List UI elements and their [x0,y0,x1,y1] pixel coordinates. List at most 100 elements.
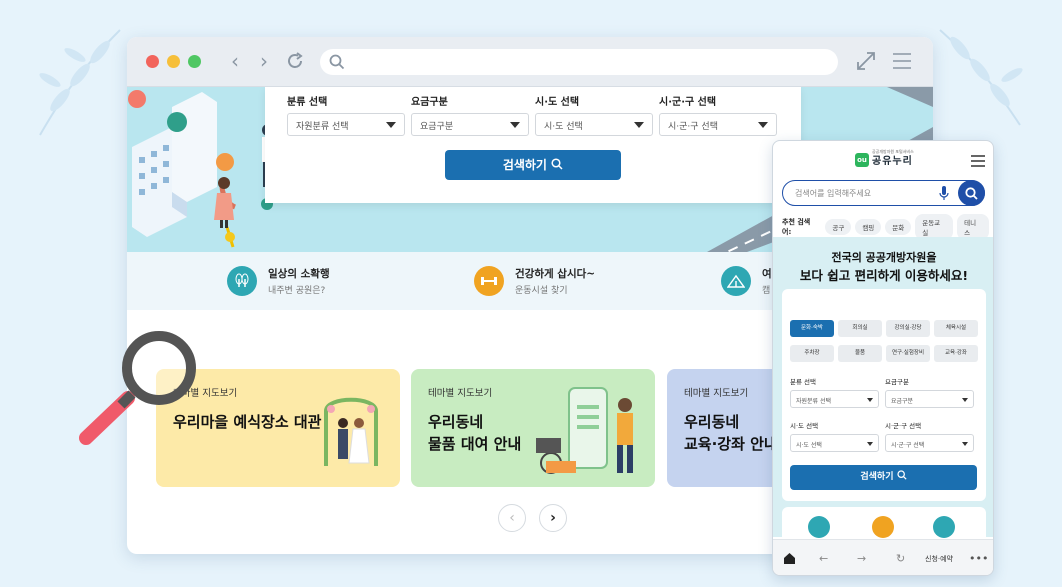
menu-icon[interactable] [971,155,985,167]
minimize-window-button[interactable] [167,55,180,68]
tab-meeting-room[interactable]: 회의실 [838,320,882,337]
close-window-button[interactable] [146,55,159,68]
category-label: 분류 선택 [287,97,328,108]
carousel-prev-button[interactable]: ‹ [498,504,526,532]
card-title: 우리동네 교육·강좌 안내 [684,411,778,455]
rental-items-illustration [536,387,633,474]
mobile-headline-1: 전국의 공공개방자원을 [831,251,937,264]
keyword-chip[interactable]: 공구 [825,219,852,235]
tab-sports-facility[interactable]: 체육시설 [934,320,978,337]
park-icon[interactable] [808,516,830,538]
quick-link-title: 일상의 소확행 [268,268,330,280]
category-select[interactable]: 자원분류 선택 [287,113,405,136]
mobile-search-submit-label: 검색하기 [860,472,894,482]
district-label: 시·군·구 선택 [659,97,717,108]
mobile-district-select[interactable]: 시·군·구 선택 [885,434,974,452]
mobile-district-label: 시·군·구 선택 [885,422,922,430]
tent-icon [721,266,751,296]
reload-icon[interactable] [285,51,305,71]
leaf-decoration-left [39,29,121,136]
microphone-icon[interactable] [939,185,949,201]
quick-link-sports[interactable]: 건강하게 삽시다~ 운동시설 찾기 [474,266,595,296]
search-icon [965,186,978,200]
card-title-line2: 물품 대여 안내 [428,435,522,453]
back-arrow-icon[interactable]: ← [819,552,828,565]
apply-reserve-link[interactable]: 신청·예약 [925,554,953,564]
logo-mark-icon: ou [855,152,869,167]
tab-parking[interactable]: 주차장 [790,345,834,362]
category-field: 분류 선택 자원분류 선택 [287,93,405,136]
card-title-line1: 우리동네 [684,413,740,431]
mobile-province-select[interactable]: 시·도 선택 [790,434,879,452]
quick-link-sub: 캠 [762,286,771,296]
search-icon [897,470,907,480]
tab-lecture-hall[interactable]: 강의실·강당 [886,320,930,337]
fee-select[interactable]: 요금구분 [411,113,529,136]
park-icon [227,266,257,296]
forward-arrow-icon[interactable]: › [260,49,268,73]
tent-icon[interactable] [933,516,955,538]
back-arrow-icon[interactable]: ‹ [231,49,239,73]
recommend-label: 추천 검색어: [782,218,811,236]
woman-figure-icon [214,177,234,228]
mobile-quick-links [782,507,986,539]
fee-label: 요금구분 [411,97,448,108]
card-tag: 테마별 지도보기 [684,388,749,399]
tab-research-equipment[interactable]: 연구·실험장비 [886,345,930,362]
province-select[interactable]: 시·도 선택 [535,113,653,136]
mobile-bottom-bar: ← → ↻ 신청·예약 ••• [773,539,993,575]
card-title-line1: 우리동네 [428,413,484,431]
card-title: 우리동네 물품 대여 안내 [428,411,521,455]
search-panel: 분류 선택 자원분류 선택 요금구분 요금구분 시·도 선택 시·도 선택 시·… [265,87,801,203]
maximize-window-button[interactable] [188,55,201,68]
more-icon[interactable]: ••• [969,552,988,565]
province-label: 시·도 선택 [535,97,580,108]
forward-arrow-icon[interactable]: → [857,552,866,565]
mobile-search-card: 문화·숙박 회의실 강의실·강당 체육시설 주차장 물품 연구·실험장비 교육·… [782,289,986,501]
magnifier-glass-icon [79,331,196,445]
dumbbell-icon [474,266,504,296]
keyword-chip[interactable]: 문화 [885,219,912,235]
keyword-chip[interactable]: 캠핑 [855,219,882,235]
home-icon[interactable] [783,552,796,565]
search-icon [551,158,563,170]
card-tag: 테마별 지도보기 [428,388,493,399]
quick-link-title: 건강하게 삽시다~ [515,268,596,280]
mobile-fee-label: 요금구분 [885,378,909,386]
card-title-line2: 교육·강좌 안내 [684,435,778,453]
mobile-category-select[interactable]: 자원분류 선택 [790,390,879,408]
district-select[interactable]: 시·군·구 선택 [659,113,777,136]
mobile-headline-2: 보다 쉽고 편리하게 이용하세요! [799,268,969,283]
search-button-label: 검색하기 [502,158,547,172]
district-field: 시·군·구 선택 시·군·구 선택 [659,93,777,136]
quick-link-park[interactable]: 일상의 소확행 내주변 공원은? [227,266,330,296]
mobile-category-label: 분류 선택 [790,378,816,386]
search-icon [329,54,345,70]
browser-toolbar: ‹ › [127,37,933,87]
leaf-decoration-right [939,29,1023,126]
tab-culture-lodging[interactable]: 문화·숙박 [790,320,834,337]
search-button[interactable]: 검색하기 [445,150,621,180]
mobile-logo[interactable]: ou 공유누리 공공개방자원 포털서비스 [855,149,914,167]
mobile-fee-select[interactable]: 요금구분 [885,390,974,408]
quick-link-camping[interactable]: 여 캠 [721,266,772,296]
mobile-search-submit-button[interactable]: 검색하기 [790,465,977,490]
menu-icon[interactable] [892,52,912,70]
tab-goods[interactable]: 물품 [838,345,882,362]
fee-field: 요금구분 요금구분 [411,93,529,136]
province-field: 시·도 선택 시·도 선택 [535,93,653,136]
expand-icon[interactable] [855,50,877,72]
quick-link-sub: 내주변 공원은? [268,286,326,296]
mobile-search-button[interactable] [958,180,985,206]
wedding-couple-illustration [324,397,378,466]
theme-card-rental[interactable]: 테마별 지도보기 우리동네 물품 대여 안내 [411,369,655,487]
mobile-search-input[interactable]: 검색어를 입력해주세요 [782,180,985,206]
dumbbell-icon[interactable] [872,516,894,538]
carousel-next-button[interactable]: › [539,504,567,532]
quick-link-sub: 운동시설 찾기 [515,286,568,296]
tab-education[interactable]: 교육·강좌 [934,345,978,362]
mobile-province-label: 시·도 선택 [790,422,819,430]
reload-icon[interactable]: ↻ [896,552,905,565]
address-bar[interactable] [320,49,838,75]
mobile-preview: ou 공유누리 공공개방자원 포털서비스 검색어를 입력해주세요 추천 검색어:… [772,140,994,576]
